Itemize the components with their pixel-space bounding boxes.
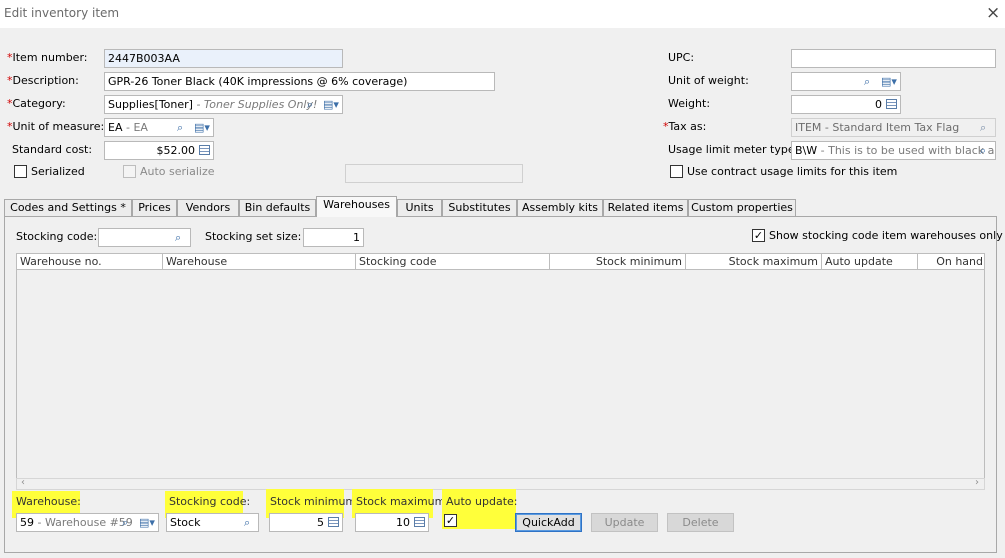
use-contract-usage-limits-checkbox[interactable]	[670, 165, 683, 178]
uom-hint: - EA	[122, 121, 148, 134]
auto-serialize-checkbox[interactable]	[123, 165, 136, 178]
stocking-code-filter-field[interactable]: ⌕	[98, 228, 191, 247]
stocking-code-entry-value: Stock	[170, 516, 201, 529]
search-icon[interactable]: ⌕	[175, 230, 181, 245]
tab-bin-defaults[interactable]: Bin defaults	[239, 199, 316, 216]
tax-as-field[interactable]: ITEM - Standard Item Tax Flag ⌕	[791, 118, 996, 137]
col-on-hand[interactable]: On hand	[918, 254, 984, 269]
category-hint: - Toner Supplies Only!	[192, 98, 318, 111]
search-icon[interactable]: ⌕	[980, 143, 986, 158]
usage-limit-meter-type-field[interactable]: B\W - This is to be used with black and …	[791, 141, 996, 160]
search-icon[interactable]: ⌕	[864, 74, 870, 89]
stocking-code-filter-label: Stocking code:	[16, 230, 98, 243]
col-warehouse[interactable]: Warehouse	[163, 254, 356, 269]
search-icon[interactable]: ⌕	[244, 515, 250, 530]
auto-update-checkbox[interactable]: ✓	[444, 514, 457, 527]
tab-prices[interactable]: Prices	[132, 199, 177, 216]
warehouse-entry-value: 59	[20, 516, 34, 529]
title-bar	[0, 0, 1005, 28]
stock-maximum-entry-value: 10	[396, 516, 410, 529]
dropdown-icon[interactable]: ▤▾	[139, 515, 155, 530]
serialized-checkbox[interactable]	[14, 165, 27, 178]
stock-minimum-entry-value: 5	[317, 516, 324, 529]
calendar-icon[interactable]	[886, 99, 897, 109]
standard-cost-value: $52.00	[156, 144, 196, 157]
delete-button[interactable]: Delete	[667, 513, 734, 532]
upc-field[interactable]	[791, 49, 996, 68]
tax-as-value: ITEM - Standard Item Tax Flag	[795, 121, 960, 134]
tab-vendors[interactable]: Vendors	[177, 199, 239, 216]
calendar-icon[interactable]	[414, 517, 425, 527]
tab-assembly-kits[interactable]: Assembly kits	[517, 199, 603, 216]
update-button[interactable]: Update	[591, 513, 658, 532]
tab-units[interactable]: Units	[397, 199, 442, 216]
uom-value: EA	[108, 121, 123, 134]
col-warehouse-no[interactable]: Warehouse no.	[17, 254, 163, 269]
col-auto-update[interactable]: Auto update	[822, 254, 918, 269]
tab-related-items[interactable]: Related items	[603, 199, 688, 216]
tab-substitutes[interactable]: Substitutes	[442, 199, 517, 216]
stocking-code-entry-field[interactable]: Stock ⌕	[166, 513, 259, 532]
dropdown-icon[interactable]: ▤▾	[881, 74, 897, 89]
calendar-icon[interactable]	[328, 517, 339, 527]
scroll-right-icon[interactable]: ›	[975, 477, 979, 488]
warehouse-entry-hint: - Warehouse #59	[34, 516, 133, 529]
weight-field[interactable]: 0	[791, 95, 901, 114]
unit-of-weight-field[interactable]: ⌕ ▤▾	[791, 72, 901, 91]
meter-type-value: B\W	[795, 144, 818, 157]
stock-maximum-entry-field[interactable]: 10	[355, 513, 429, 532]
warehouse-grid-header: Warehouse no. Warehouse Stocking code St…	[16, 253, 985, 270]
category-label: *Category:	[7, 97, 66, 110]
weight-label: Weight:	[668, 97, 711, 110]
search-icon[interactable]: ⌕	[980, 120, 986, 135]
meter-type-hint: - This is to be used with black and	[817, 144, 996, 157]
quickadd-button[interactable]: QuickAdd	[515, 513, 582, 532]
search-icon[interactable]: ⌕	[177, 120, 183, 135]
tax-as-label: *Tax as:	[663, 120, 707, 133]
stocking-set-size-field[interactable]: 1	[303, 228, 364, 247]
description-field[interactable]: GPR-26 Toner Black (40K impressions @ 6%…	[104, 72, 495, 91]
standard-cost-label: Standard cost:	[12, 143, 93, 156]
search-icon[interactable]: ⌕	[122, 515, 128, 530]
scroll-left-icon[interactable]: ‹	[21, 477, 25, 488]
search-icon[interactable]: ⌕	[307, 97, 313, 112]
show-stocking-only-label: Show stocking code item warehouses only	[769, 229, 1003, 242]
warehouse-grid-body[interactable]	[16, 270, 985, 478]
calendar-icon[interactable]	[199, 145, 210, 155]
weight-value: 0	[875, 98, 882, 111]
serialized-label: Serialized	[31, 165, 85, 178]
unit-of-measure-field[interactable]: EA - EA ⌕ ▤▾	[104, 118, 214, 137]
show-stocking-only-checkbox[interactable]: ✓	[752, 229, 765, 242]
col-stock-maximum[interactable]: Stock maximum	[686, 254, 822, 269]
tab-warehouses[interactable]: Warehouses	[316, 196, 397, 217]
description-label: *Description:	[7, 74, 79, 87]
unit-of-weight-label: Unit of weight:	[668, 74, 749, 87]
stocking-set-size-label: Stocking set size:	[205, 230, 302, 243]
item-number-label: *Item number:	[7, 51, 88, 64]
warehouse-entry-field[interactable]: 59 - Warehouse #59 ⌕ ▤▾	[16, 513, 159, 532]
auto-serialize-label: Auto serialize	[140, 165, 215, 178]
category-field[interactable]: Supplies[Toner] - Toner Supplies Only! ⌕…	[104, 95, 343, 114]
standard-cost-field[interactable]: $52.00	[104, 141, 214, 160]
stock-minimum-entry-field[interactable]: 5	[269, 513, 343, 532]
auto-serialize-field	[345, 164, 523, 183]
tab-codes-and-settings[interactable]: Codes and Settings *	[4, 199, 132, 216]
use-contract-usage-limits-label: Use contract usage limits for this item	[687, 165, 898, 178]
col-stocking-code[interactable]: Stocking code	[356, 254, 550, 269]
upc-label: UPC:	[668, 51, 695, 64]
close-icon[interactable]: ×	[986, 3, 1000, 23]
item-number-field[interactable]: 2447B003AA	[104, 49, 343, 68]
window-title: Edit inventory item	[4, 6, 120, 20]
unit-of-measure-label: *Unit of measure:	[7, 120, 105, 133]
category-value: Supplies[Toner]	[108, 98, 193, 111]
usage-limit-meter-type-label: Usage limit meter type:	[668, 143, 799, 156]
col-stock-minimum[interactable]: Stock minimum	[550, 254, 686, 269]
tab-custom-properties[interactable]: Custom properties	[688, 199, 796, 216]
dropdown-icon[interactable]: ▤▾	[194, 120, 210, 135]
dropdown-icon[interactable]: ▤▾	[323, 97, 339, 112]
